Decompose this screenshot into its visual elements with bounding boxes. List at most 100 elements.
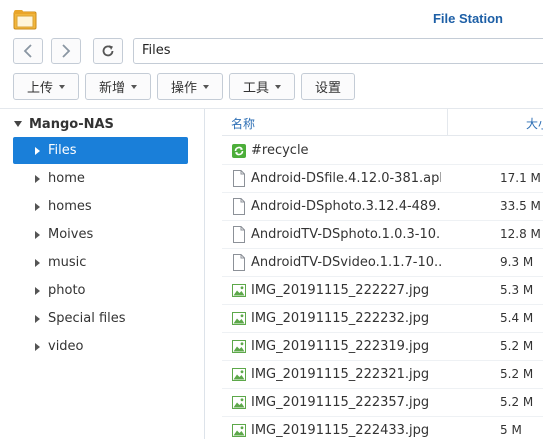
file-name: Android-DSfile.4.12.0-381.apk — [251, 171, 441, 186]
table-row[interactable]: IMG_20191115_222357.jpg 5.2 M — [222, 389, 543, 417]
file-name: #recycle — [251, 143, 309, 158]
sidebar-item-label: Special files — [48, 311, 126, 326]
settings-label: 设置 — [314, 81, 341, 96]
column-header-size[interactable]: 大小 — [526, 115, 543, 132]
file-size: 5.4 M — [500, 311, 534, 325]
file-size: 5.2 M — [500, 339, 534, 353]
expand-right-icon — [35, 286, 40, 295]
file-name: Android-DSphoto.3.12.4-489... — [251, 199, 441, 214]
sidebar-item-photo[interactable]: photo — [13, 277, 188, 304]
table-row[interactable]: AndroidTV-DSphoto.1.0.3-10... 12.8 M — [222, 221, 543, 249]
navigation-bar: Files — [0, 36, 543, 68]
refresh-button[interactable] — [93, 38, 123, 64]
file-size: 5.2 M — [500, 367, 534, 381]
back-button[interactable] — [13, 38, 43, 64]
image-icon — [232, 312, 246, 325]
table-row[interactable]: #recycle — [222, 137, 543, 165]
tools-label: 工具 — [242, 81, 269, 96]
path-input[interactable]: Files — [133, 38, 543, 64]
file-size: 5.3 M — [500, 283, 534, 297]
chevron-down-icon — [131, 84, 137, 89]
table-row[interactable]: Android-DSphoto.3.12.4-489... 33.5 M — [222, 193, 543, 221]
file-name: AndroidTV-DSphoto.1.0.3-10... — [251, 227, 441, 242]
file-size: 33.5 M — [500, 199, 541, 213]
file-name: IMG_20191115_222227.jpg — [251, 283, 430, 298]
table-row[interactable]: IMG_20191115_222433.jpg 5 M — [222, 417, 543, 439]
image-icon — [232, 368, 246, 381]
sidebar-item-video[interactable]: video — [13, 333, 188, 360]
table-row[interactable]: IMG_20191115_222232.jpg 5.4 M — [222, 305, 543, 333]
sidebar-item-label: music — [48, 255, 87, 270]
expand-right-icon — [35, 230, 40, 239]
settings-button[interactable]: 设置 — [301, 73, 355, 100]
expand-right-icon — [35, 202, 40, 211]
table-row[interactable]: IMG_20191115_222227.jpg 5.3 M — [222, 277, 543, 305]
image-icon — [232, 424, 246, 437]
app-title: File Station — [432, 11, 503, 26]
file-list: 名称 大小 #recycle Android-DSfile.4.12.0-381… — [222, 109, 543, 439]
file-size: 5 M — [500, 423, 522, 437]
file-name: IMG_20191115_222232.jpg — [251, 311, 430, 326]
chevron-down-icon — [203, 84, 209, 89]
title-bar: File Station — [0, 0, 543, 36]
table-row[interactable]: AndroidTV-DSvideo.1.1.7-10... 9.3 M — [222, 249, 543, 277]
table-row[interactable]: Android-DSfile.4.12.0-381.apk 17.1 M — [222, 165, 543, 193]
tools-button[interactable]: 工具 — [229, 73, 295, 100]
upload-button[interactable]: 上传 — [13, 73, 79, 100]
file-size: 12.8 M — [500, 227, 541, 241]
sidebar-item-label: Moives — [48, 227, 94, 242]
file-size: 5.2 M — [500, 395, 534, 409]
file-size: 9.3 M — [500, 255, 534, 269]
create-button[interactable]: 新增 — [85, 73, 151, 100]
action-label: 操作 — [170, 81, 197, 96]
file-name: IMG_20191115_222357.jpg — [251, 395, 430, 410]
file-name: IMG_20191115_222319.jpg — [251, 339, 430, 354]
tree-root-label: Mango-NAS — [29, 116, 114, 132]
sidebar: Mango-NAS Files home homes Moives music … — [0, 109, 205, 439]
sidebar-item-home[interactable]: home — [13, 165, 188, 192]
sidebar-item-label: video — [48, 339, 84, 354]
expand-right-icon — [35, 314, 40, 323]
image-icon — [232, 340, 246, 353]
recycle-icon — [232, 144, 246, 158]
list-header: 名称 大小 — [222, 109, 543, 136]
sidebar-item-moives[interactable]: Moives — [13, 221, 188, 248]
create-label: 新增 — [98, 81, 125, 96]
action-button[interactable]: 操作 — [157, 73, 223, 100]
table-row[interactable]: IMG_20191115_222319.jpg 5.2 M — [222, 333, 543, 361]
file-icon — [233, 226, 245, 243]
chevron-down-icon — [275, 84, 281, 89]
file-icon — [233, 198, 245, 215]
expand-right-icon — [35, 258, 40, 267]
column-divider[interactable] — [447, 109, 448, 136]
image-icon — [232, 284, 246, 297]
sidebar-item-special-files[interactable]: Special files — [13, 305, 188, 332]
chevron-down-icon — [59, 84, 65, 89]
sidebar-item-homes[interactable]: homes — [13, 193, 188, 220]
tree-root-nas[interactable]: Mango-NAS — [14, 115, 114, 133]
sidebar-item-label: homes — [48, 199, 92, 214]
forward-button[interactable] — [51, 38, 81, 64]
sidebar-item-label: photo — [48, 283, 86, 298]
column-header-name[interactable]: 名称 — [231, 115, 255, 132]
chevron-left-icon — [23, 44, 32, 58]
upload-label: 上传 — [26, 81, 53, 96]
image-icon — [232, 396, 246, 409]
file-name: IMG_20191115_222433.jpg — [251, 423, 430, 438]
sidebar-item-label: home — [48, 171, 85, 186]
sidebar-item-files[interactable]: Files — [13, 137, 188, 164]
file-name: IMG_20191115_222321.jpg — [251, 367, 430, 382]
refresh-icon — [102, 45, 114, 57]
file-icon — [233, 170, 245, 187]
toolbar: 上传 新增 操作 工具 设置 — [0, 72, 543, 102]
file-icon — [233, 254, 245, 271]
sidebar-item-music[interactable]: music — [13, 249, 188, 276]
folder-app-icon — [13, 10, 37, 30]
sidebar-item-label: Files — [48, 143, 77, 158]
expand-right-icon — [35, 342, 40, 351]
table-row[interactable]: IMG_20191115_222321.jpg 5.2 M — [222, 361, 543, 389]
file-name: AndroidTV-DSvideo.1.1.7-10... — [251, 255, 441, 270]
expand-right-icon — [35, 146, 40, 155]
chevron-right-icon — [62, 44, 71, 58]
file-size: 17.1 M — [500, 171, 541, 185]
